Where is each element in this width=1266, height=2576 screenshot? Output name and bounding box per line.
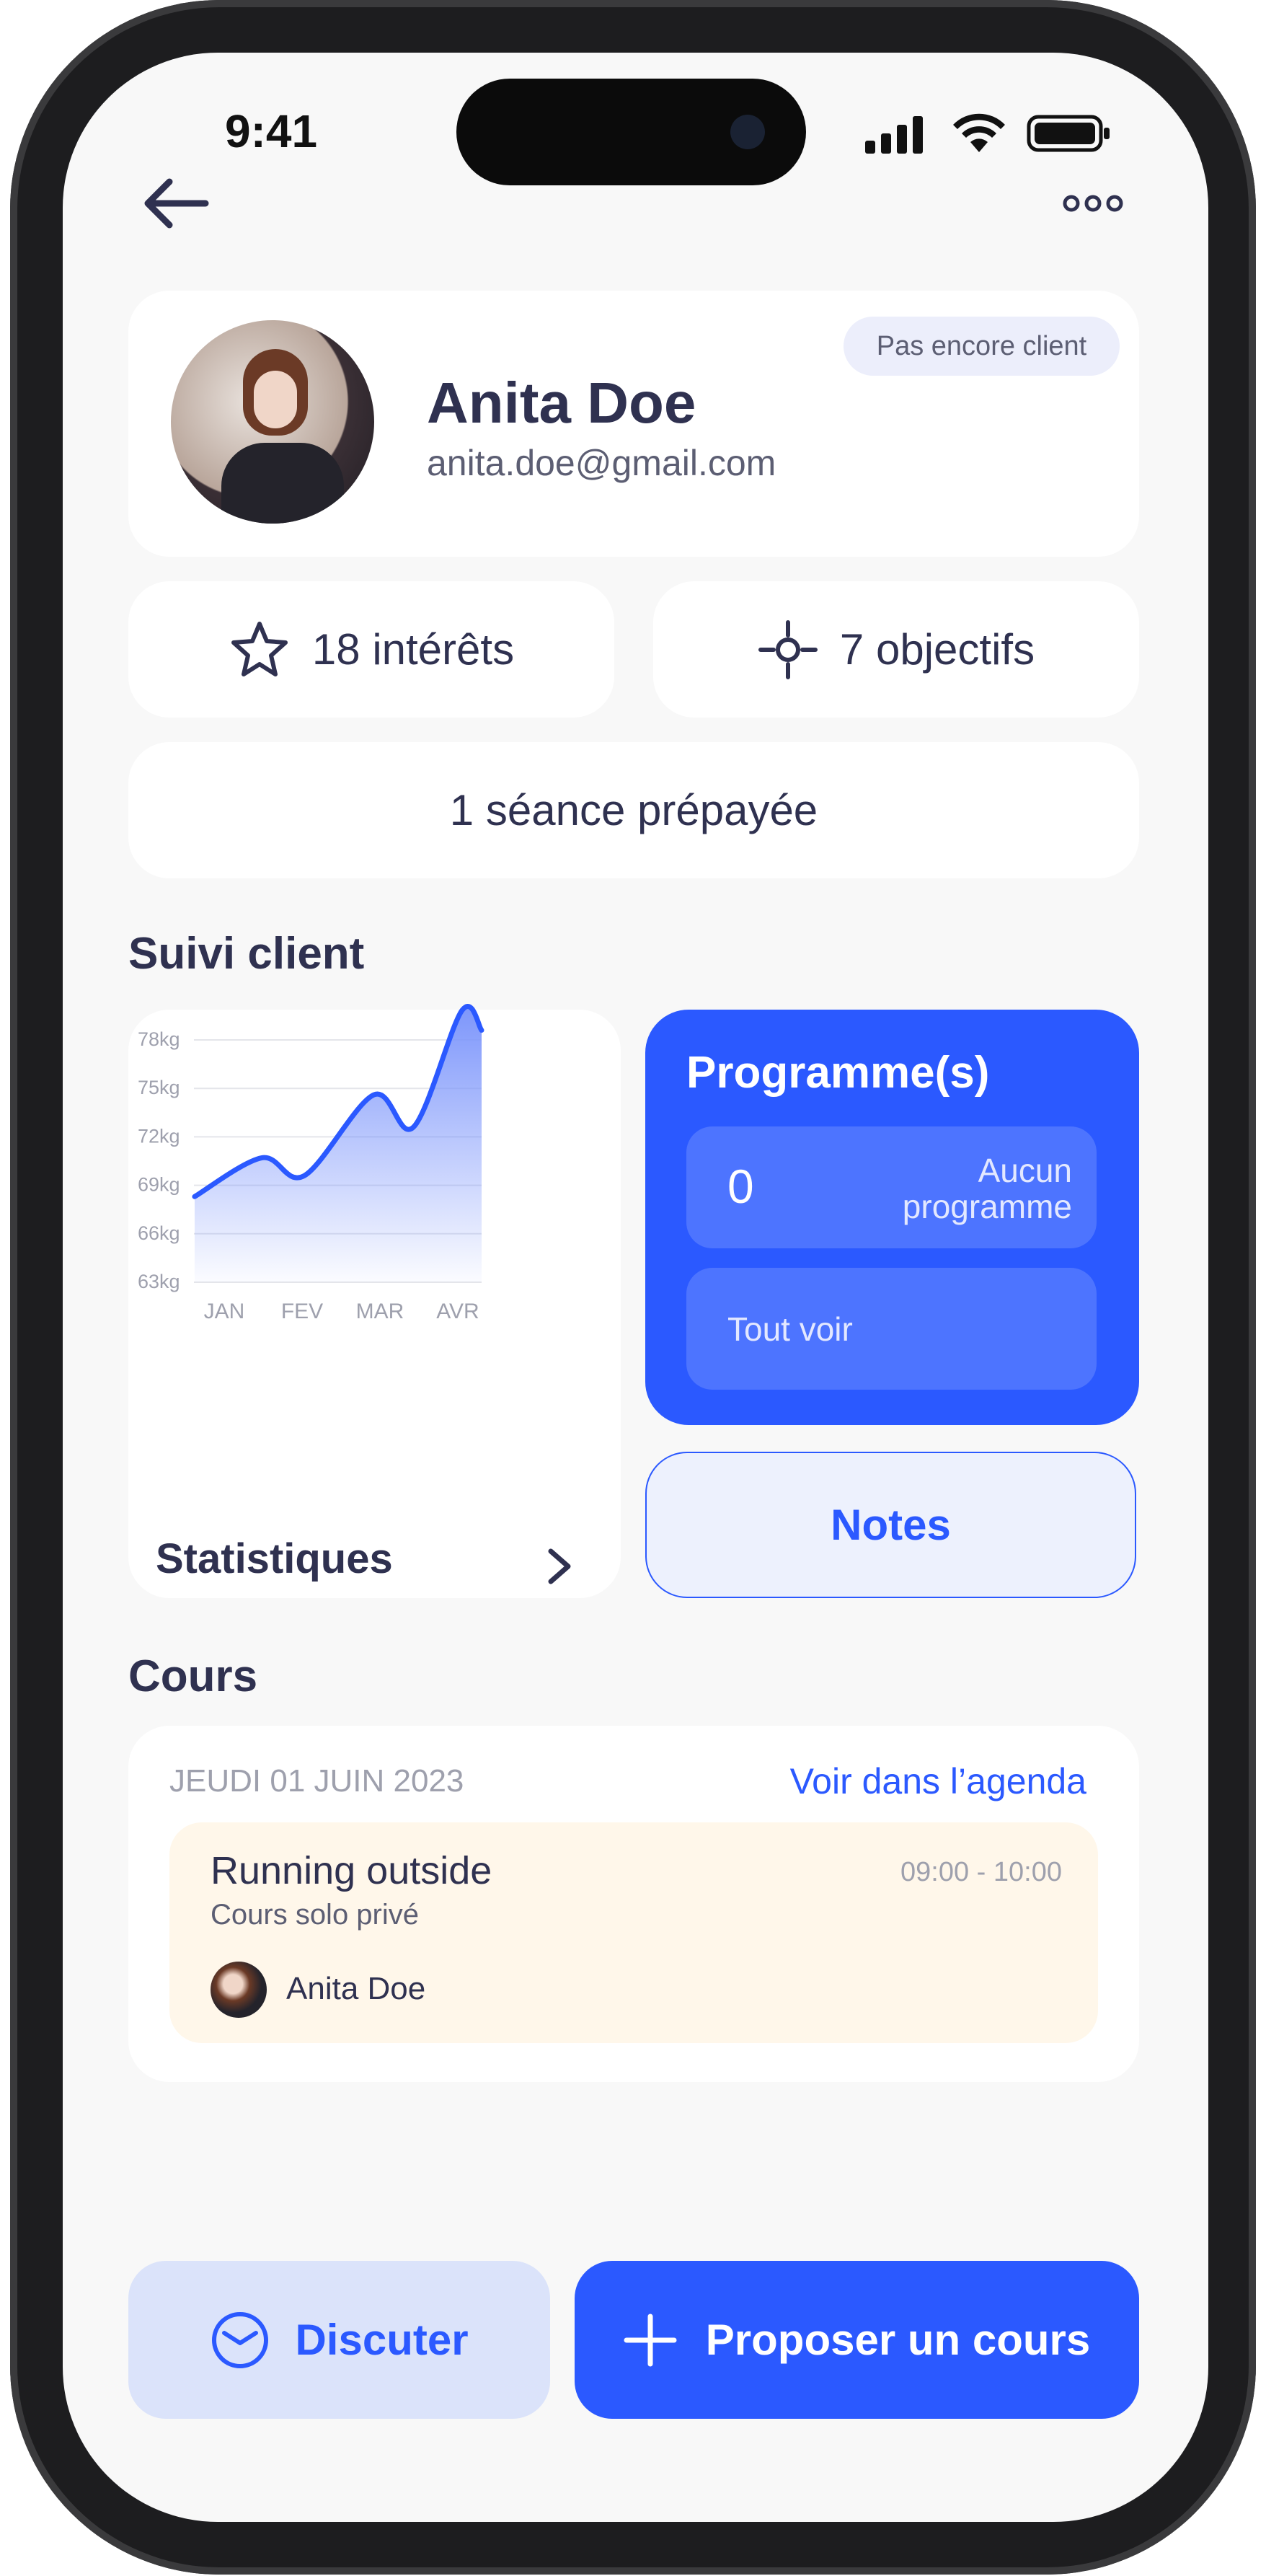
dynamic-island bbox=[456, 79, 806, 185]
propose-course-button[interactable]: Proposer un cours bbox=[575, 2261, 1139, 2419]
count-label-line-1: Aucun bbox=[978, 1152, 1072, 1189]
course-time: 09:00 - 10:00 bbox=[900, 1857, 1062, 1887]
back-arrow-icon[interactable] bbox=[142, 177, 210, 230]
course-subtitle: Cours solo privé bbox=[211, 1899, 420, 1931]
target-icon bbox=[758, 619, 818, 679]
statistics-card[interactable]: 63kg 66kg 69kg 72kg 75kg 78kg JAN FEV MAR AVR Sta… bbox=[128, 1004, 621, 1598]
avatar bbox=[171, 320, 374, 524]
section-title-cours: Cours bbox=[128, 1651, 258, 1701]
see-all-label: Tout voir bbox=[727, 1310, 853, 1348]
mail-icon bbox=[212, 2311, 269, 2368]
objectives-button[interactable]: 7 objectifs bbox=[653, 581, 1139, 718]
course-item[interactable]: Running outside Cours solo privé 09:00 -… bbox=[169, 1822, 1098, 2043]
chat-label: Discuter bbox=[295, 2316, 469, 2364]
programmes-count-box: 0 Aucun programme bbox=[686, 1126, 1097, 1248]
screen: 9:41 Anita Doe anita.doe@gmail.com Pas e… bbox=[63, 53, 1208, 2522]
x-tick-label: FEV bbox=[281, 1300, 323, 1323]
interests-label: 18 intérêts bbox=[311, 625, 515, 674]
y-tick-label: 63kg bbox=[138, 1271, 180, 1292]
y-tick-label: 72kg bbox=[138, 1125, 180, 1147]
x-tick-label: JAN bbox=[204, 1300, 245, 1323]
programmes-card: Programme(s) 0 Aucun programme Tout voir bbox=[645, 1010, 1139, 1425]
programmes-title: Programme(s) bbox=[686, 1048, 990, 1098]
x-tick-label: AVR bbox=[436, 1300, 479, 1323]
y-tick-label: 78kg bbox=[138, 1028, 180, 1050]
more-horizontal-icon[interactable] bbox=[1063, 194, 1123, 213]
series-area bbox=[194, 1006, 482, 1282]
cours-card: JEUDI 01 JUIN 2023 Voir dans l’agenda Ru… bbox=[128, 1726, 1139, 2082]
notes-button[interactable]: Notes bbox=[645, 1452, 1136, 1598]
statistics-label: Statistiques bbox=[156, 1535, 393, 1582]
programmes-count-label: Aucun programme bbox=[903, 1152, 1072, 1225]
attendee-name: Anita Doe bbox=[286, 1971, 426, 2006]
y-tick-label: 75kg bbox=[138, 1077, 180, 1098]
plus-icon bbox=[624, 2313, 677, 2366]
camera-icon bbox=[730, 115, 765, 149]
chat-button[interactable]: Discuter bbox=[128, 2261, 550, 2419]
star-icon bbox=[231, 621, 288, 676]
y-tick-label: 66kg bbox=[138, 1222, 180, 1244]
status-badge: Pas encore client bbox=[844, 317, 1120, 376]
wifi-icon bbox=[953, 113, 1005, 152]
interests-button[interactable]: 18 intérêts bbox=[128, 581, 614, 718]
propose-course-label: Proposer un cours bbox=[705, 2316, 1091, 2364]
see-all-programmes-button[interactable]: Tout voir bbox=[686, 1268, 1097, 1390]
count-label-line-2: programme bbox=[902, 1188, 1072, 1225]
x-tick-label: MAR bbox=[356, 1300, 404, 1323]
y-tick-label: 69kg bbox=[138, 1174, 180, 1196]
sessions-card[interactable]: 1 séance prépayée bbox=[128, 742, 1139, 878]
objectives-label: 7 objectifs bbox=[839, 625, 1035, 674]
cours-date: JEUDI 01 JUIN 2023 bbox=[169, 1763, 464, 1799]
chevron-right-icon bbox=[548, 1548, 571, 1584]
agenda-link[interactable]: Voir dans l’agenda bbox=[790, 1760, 1086, 1802]
attendee-avatar bbox=[211, 1962, 267, 2018]
status-time: 9:41 bbox=[225, 105, 318, 157]
profile-email: anita.doe@gmail.com bbox=[427, 443, 776, 483]
weight-chart: 63kg 66kg 69kg 72kg 75kg 78kg JAN FEV MAR AVR bbox=[138, 1004, 484, 1323]
profile-card: Anita Doe anita.doe@gmail.com Pas encore… bbox=[128, 291, 1139, 557]
course-title: Running outside bbox=[211, 1849, 492, 1892]
signal-icon bbox=[865, 116, 923, 154]
programmes-count: 0 bbox=[727, 1160, 754, 1213]
profile-name: Anita Doe bbox=[427, 371, 696, 435]
battery-icon bbox=[1027, 115, 1110, 152]
